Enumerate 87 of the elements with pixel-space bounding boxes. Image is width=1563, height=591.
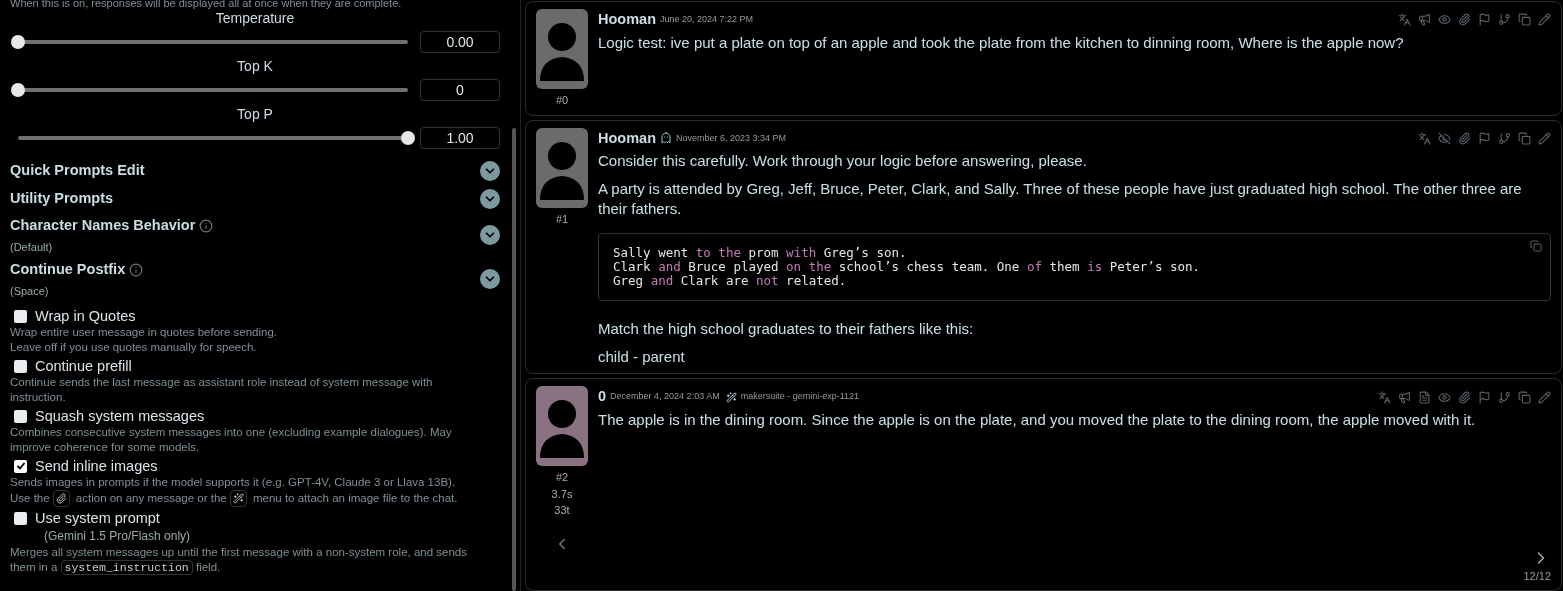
eye-icon[interactable] <box>1438 13 1451 27</box>
copy-icon[interactable] <box>1518 390 1531 404</box>
message-date: November 6, 2023 3:34 PM <box>676 131 787 145</box>
setting-note: When this is on, responses will be displayed all at once when they are complete. <box>10 0 403 9</box>
checkbox[interactable] <box>14 511 27 525</box>
copy-icon[interactable] <box>1518 13 1531 27</box>
checkbox-label[interactable]: Use system prompt <box>35 509 160 527</box>
checkbox[interactable] <box>14 409 27 423</box>
message-index: #2 <box>555 470 569 486</box>
megaphone-icon[interactable] <box>1398 390 1411 404</box>
token-count: 33t <box>554 503 570 519</box>
generation-time: 3.7s <box>551 486 573 502</box>
slider-label: Top K <box>236 57 274 75</box>
checkbox-label[interactable]: Continue prefill <box>35 357 132 375</box>
checkbox[interactable] <box>14 359 27 373</box>
option-description: Sends images in prompts if the model supports it (e.g. GPT-4V, Claude 3 or Llava 13B). Use the action on any message or the menu to attach an image file to the chat. <box>10 475 470 507</box>
value-field[interactable]: 0.00 <box>420 31 500 53</box>
paperclip-icon <box>52 490 70 507</box>
option-note: (Gemini 1.5 Pro/Flash only) <box>43 528 192 545</box>
option-description: Wrap entire user message in quotes before sending. Leave off if you use quotes manually for speech. <box>10 325 278 355</box>
eye-slash-icon[interactable] <box>1438 131 1451 145</box>
expand-button[interactable] <box>480 269 500 289</box>
flag-icon[interactable] <box>1478 13 1491 27</box>
copy-icon[interactable] <box>1530 240 1542 253</box>
message-text: child - parent <box>598 347 686 368</box>
section-title[interactable]: Continue Postfix <box>10 258 126 281</box>
branch-icon[interactable] <box>1498 390 1511 404</box>
option-description: Merges all system messages up until the first message with a non-system role, and sends them in a system_instruction field. <box>10 545 468 575</box>
code-line: Greg and Clark are not related. <box>613 274 848 289</box>
pencil-icon[interactable] <box>1538 390 1551 404</box>
expand-button[interactable] <box>480 189 500 209</box>
model-name: makersuite - gemini-exp-1121 <box>740 390 860 404</box>
slider-label: Top P <box>236 105 274 123</box>
pencil-icon[interactable] <box>1538 131 1551 145</box>
message-text: Consider this carefully. Work through your logic before answering, please. <box>598 151 1088 172</box>
scrollbar[interactable] <box>512 128 516 591</box>
sender-name: Hooman <box>598 128 656 148</box>
checkbox-label[interactable]: Wrap in Quotes <box>35 307 136 325</box>
slider-thumb[interactable] <box>11 35 25 49</box>
section-title[interactable]: Quick Prompts Edit <box>10 160 145 182</box>
expand-button[interactable] <box>480 225 500 245</box>
megaphone-icon[interactable] <box>1418 13 1431 27</box>
checkbox[interactable] <box>14 309 27 323</box>
paperclip-icon[interactable] <box>1458 13 1471 27</box>
slider-thumb[interactable] <box>401 131 415 145</box>
section-title[interactable]: Utility Prompts <box>10 188 114 210</box>
copy-icon[interactable] <box>1518 131 1531 145</box>
slider-thumb[interactable] <box>11 83 25 97</box>
message-index: #0 <box>555 93 569 108</box>
message-date: December 4, 2024 2:03 AM <box>610 390 720 404</box>
value-field[interactable]: 1.00 <box>420 127 500 149</box>
message-index: #1 <box>555 211 569 227</box>
sparkle-icon <box>725 391 737 403</box>
sender-name: Hooman <box>598 10 656 29</box>
message-text: Logic test: ive put a plate on top of an apple and took the plate from the kitchen to dinning room, Where is the apple now? <box>598 32 1405 53</box>
code-line: Sally went to the prom with Greg’s son. <box>613 246 908 261</box>
paperclip-icon[interactable] <box>1458 131 1471 145</box>
flag-icon[interactable] <box>1478 390 1491 404</box>
swipe-counter: 12/12 <box>1523 568 1551 584</box>
message-text: The apple is in the dining room. Since the apple is on the plate, and you moved the plate to the dining room, the apple moved with it. <box>598 410 1477 430</box>
paperclip-icon[interactable] <box>1458 390 1471 404</box>
option-description: Continue sends the last message as assistant role instead of system message with instruction. <box>10 375 434 405</box>
checkbox-label[interactable]: Squash system messages <box>35 407 205 425</box>
message-date: June 20, 2024 7:22 PM <box>660 13 754 27</box>
flag-icon[interactable] <box>1478 131 1491 145</box>
checkbox[interactable] <box>14 459 27 473</box>
value-field[interactable]: 0 <box>420 79 500 101</box>
translate-icon[interactable] <box>1398 13 1411 27</box>
section-title[interactable]: Character Names Behavior <box>10 214 196 237</box>
translate-icon[interactable] <box>1378 390 1391 404</box>
pencil-icon[interactable] <box>1538 13 1551 27</box>
slider-label: Temperature <box>214 9 296 27</box>
wand-icon <box>229 490 247 507</box>
branch-icon[interactable] <box>1498 13 1511 27</box>
code-line: Clark and Bruce played on the school’s chess team. One of them is Peter’s son. <box>613 260 1202 275</box>
expand-button[interactable] <box>480 161 500 181</box>
option-description: Combines consecutive system messages into one (excluding example dialogues). May improve coherence for some models. <box>10 425 453 455</box>
translate-icon[interactable] <box>1418 131 1431 145</box>
checkbox-label[interactable]: Send inline images <box>35 457 158 475</box>
message-text: A party is attended by Greg, Jeff, Bruce, Peter, Clark, and Sally. Three of these people have just graduated high school. The other three are their fathers. <box>598 179 1523 220</box>
branch-icon[interactable] <box>1498 131 1511 145</box>
eye-icon[interactable] <box>1438 390 1451 404</box>
section-subtitle: (Default) <box>10 239 54 255</box>
sender-name: 0 <box>598 387 607 407</box>
section-subtitle: (Space) <box>10 283 50 299</box>
message-text: Match the high school graduates to their fathers like this: <box>598 319 975 340</box>
document-icon[interactable] <box>1418 390 1431 404</box>
